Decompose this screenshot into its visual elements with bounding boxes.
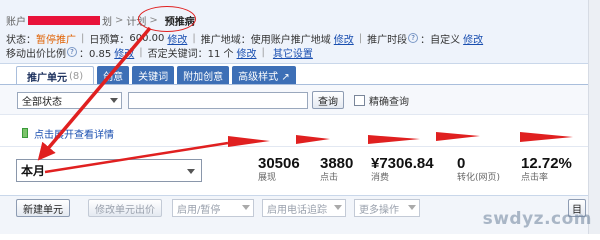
mobile-ratio-label: 移动出价比例 — [6, 48, 66, 60]
mobile-ratio-value: ：0.85 — [79, 48, 112, 60]
annotation-arrow — [520, 132, 573, 142]
breadcrumb-separator: > — [115, 14, 124, 26]
divider: | — [358, 32, 363, 44]
tab-label: 高级样式 ↗ — [238, 72, 290, 83]
breadcrumb-segment[interactable]: 划 — [102, 13, 112, 28]
tab-count: (8) — [69, 70, 84, 82]
help-icon[interactable]: ? — [67, 47, 77, 57]
expand-details-label: 点击展开查看详情 — [34, 129, 114, 141]
chevron-down-icon — [408, 205, 416, 210]
annotation-arrow — [368, 135, 420, 144]
redaction-mark — [28, 15, 100, 25]
edit-unit-bid-button[interactable]: 修改单元出价 — [88, 199, 162, 217]
region-value: 使用账户推广地域 — [250, 34, 331, 46]
stat-value: 12.72% — [521, 155, 572, 172]
chevron-down-icon — [334, 205, 342, 210]
exact-query-checkbox[interactable] — [354, 94, 365, 106]
expand-icon — [22, 128, 28, 138]
stat-clicks: 3880 点击 — [320, 155, 353, 184]
divider: | — [261, 46, 265, 58]
stat-value: 3880 — [320, 155, 354, 172]
stat-value: 0 — [457, 155, 466, 172]
stat-label: 点击率 — [521, 173, 549, 183]
tab-ad-units[interactable]: 推广单元 (8) — [16, 66, 95, 85]
stat-ctr: 12.72% 点击率 — [521, 155, 572, 184]
budget-value: 600.00 — [129, 32, 165, 44]
tab-label: 创意 — [103, 72, 124, 83]
negative-keywords-value: ：11 个 — [197, 48, 234, 60]
stat-label: 消费 — [371, 173, 390, 183]
region-label: 推广地域： — [200, 34, 251, 46]
negative-keywords-edit-link[interactable]: 修改 — [237, 45, 257, 60]
enable-pause-label: 启用/暂停 — [177, 204, 221, 216]
negative-keywords-label: 否定关键词 — [147, 48, 198, 60]
expand-details-link[interactable]: 点击展开查看详情 — [22, 127, 114, 141]
tab-label: 推广单元 — [27, 72, 67, 84]
chevron-down-icon — [187, 169, 195, 174]
divider: | — [81, 32, 85, 44]
tab-keywords[interactable]: 关键词 — [132, 66, 175, 85]
watermark: swdyz.com — [482, 209, 592, 229]
tab-label: 关键词 — [138, 72, 169, 83]
period-label: 推广时段 — [367, 34, 408, 46]
period-select[interactable]: 本月 — [16, 159, 202, 182]
phone-tracking-dropdown[interactable]: 启用电话追踪 — [262, 199, 346, 217]
tab-extensions[interactable]: 附加创意 — [177, 66, 230, 85]
phone-tracking-label: 启用电话追踪 — [267, 204, 327, 216]
bid-row: 移动出价比例 ? ：0.85 修改 | 否定关键词 ：11 个 修改 | 其它设… — [6, 45, 313, 60]
stat-value: ¥7306.84 — [371, 155, 434, 172]
mobile-ratio-edit-link[interactable]: 修改 — [114, 45, 134, 60]
chevron-down-icon — [242, 205, 250, 210]
status-filter-select[interactable]: 全部状态 — [17, 92, 122, 109]
region-edit-link[interactable]: 修改 — [334, 31, 354, 46]
stat-value: 30506 — [258, 155, 300, 172]
tab-label: 附加创意 — [183, 72, 224, 83]
more-actions-dropdown[interactable]: 更多操作 — [354, 199, 420, 217]
exact-query-option[interactable]: 精确查询 — [354, 93, 409, 108]
enable-pause-dropdown[interactable]: 启用/暂停 — [172, 199, 254, 217]
divider: | — [139, 46, 143, 58]
stat-label: 展现 — [258, 173, 277, 183]
tab-creatives[interactable]: 创意 — [97, 66, 130, 85]
budget-edit-link[interactable]: 修改 — [167, 31, 187, 46]
status-row: 状态： 暂停推广 | 日预算： 600.00 修改 | 推广地域： 使用账户推广… — [6, 31, 483, 46]
status-value: 暂停推广 — [36, 34, 76, 46]
stat-cost: ¥7306.84 消费 — [371, 155, 434, 184]
annotation-arrow — [296, 135, 330, 144]
status-label: 状态： — [6, 34, 36, 46]
new-unit-button[interactable]: 新建单元 — [16, 199, 70, 217]
annotation-circle — [138, 6, 196, 32]
other-settings-link[interactable]: 其它设置 — [273, 45, 313, 60]
period-select-value: 本月 — [21, 164, 46, 178]
tab-bar: 推广单元 (8) 创意 关键词 附加创意 高级样式 ↗ — [16, 66, 299, 85]
annotation-arrow — [436, 132, 480, 141]
search-input[interactable] — [128, 92, 308, 109]
stat-conversions: 0 转化(网页) — [457, 155, 500, 184]
help-icon[interactable]: ? — [408, 33, 419, 43]
status-filter-value: 全部状态 — [22, 97, 62, 108]
chevron-down-icon — [110, 98, 118, 103]
exact-query-label: 精确查询 — [369, 96, 409, 108]
stat-impressions: 30506 展现 — [258, 155, 300, 184]
more-actions-label: 更多操作 — [359, 204, 399, 216]
stat-label: 点击 — [320, 173, 339, 183]
budget-label: 日预算： — [89, 34, 130, 46]
period-edit-link[interactable]: 修改 — [463, 31, 483, 46]
breadcrumb-account[interactable]: 账户 — [6, 13, 26, 28]
stat-label: 转化(网页) — [457, 173, 501, 183]
vertical-scrollbar[interactable] — [588, 0, 600, 234]
period-value: ：自定义 — [420, 34, 461, 46]
divider: | — [192, 32, 196, 44]
query-button[interactable]: 查询 — [312, 91, 344, 109]
tab-advanced-styles[interactable]: 高级样式 ↗ — [232, 66, 296, 85]
